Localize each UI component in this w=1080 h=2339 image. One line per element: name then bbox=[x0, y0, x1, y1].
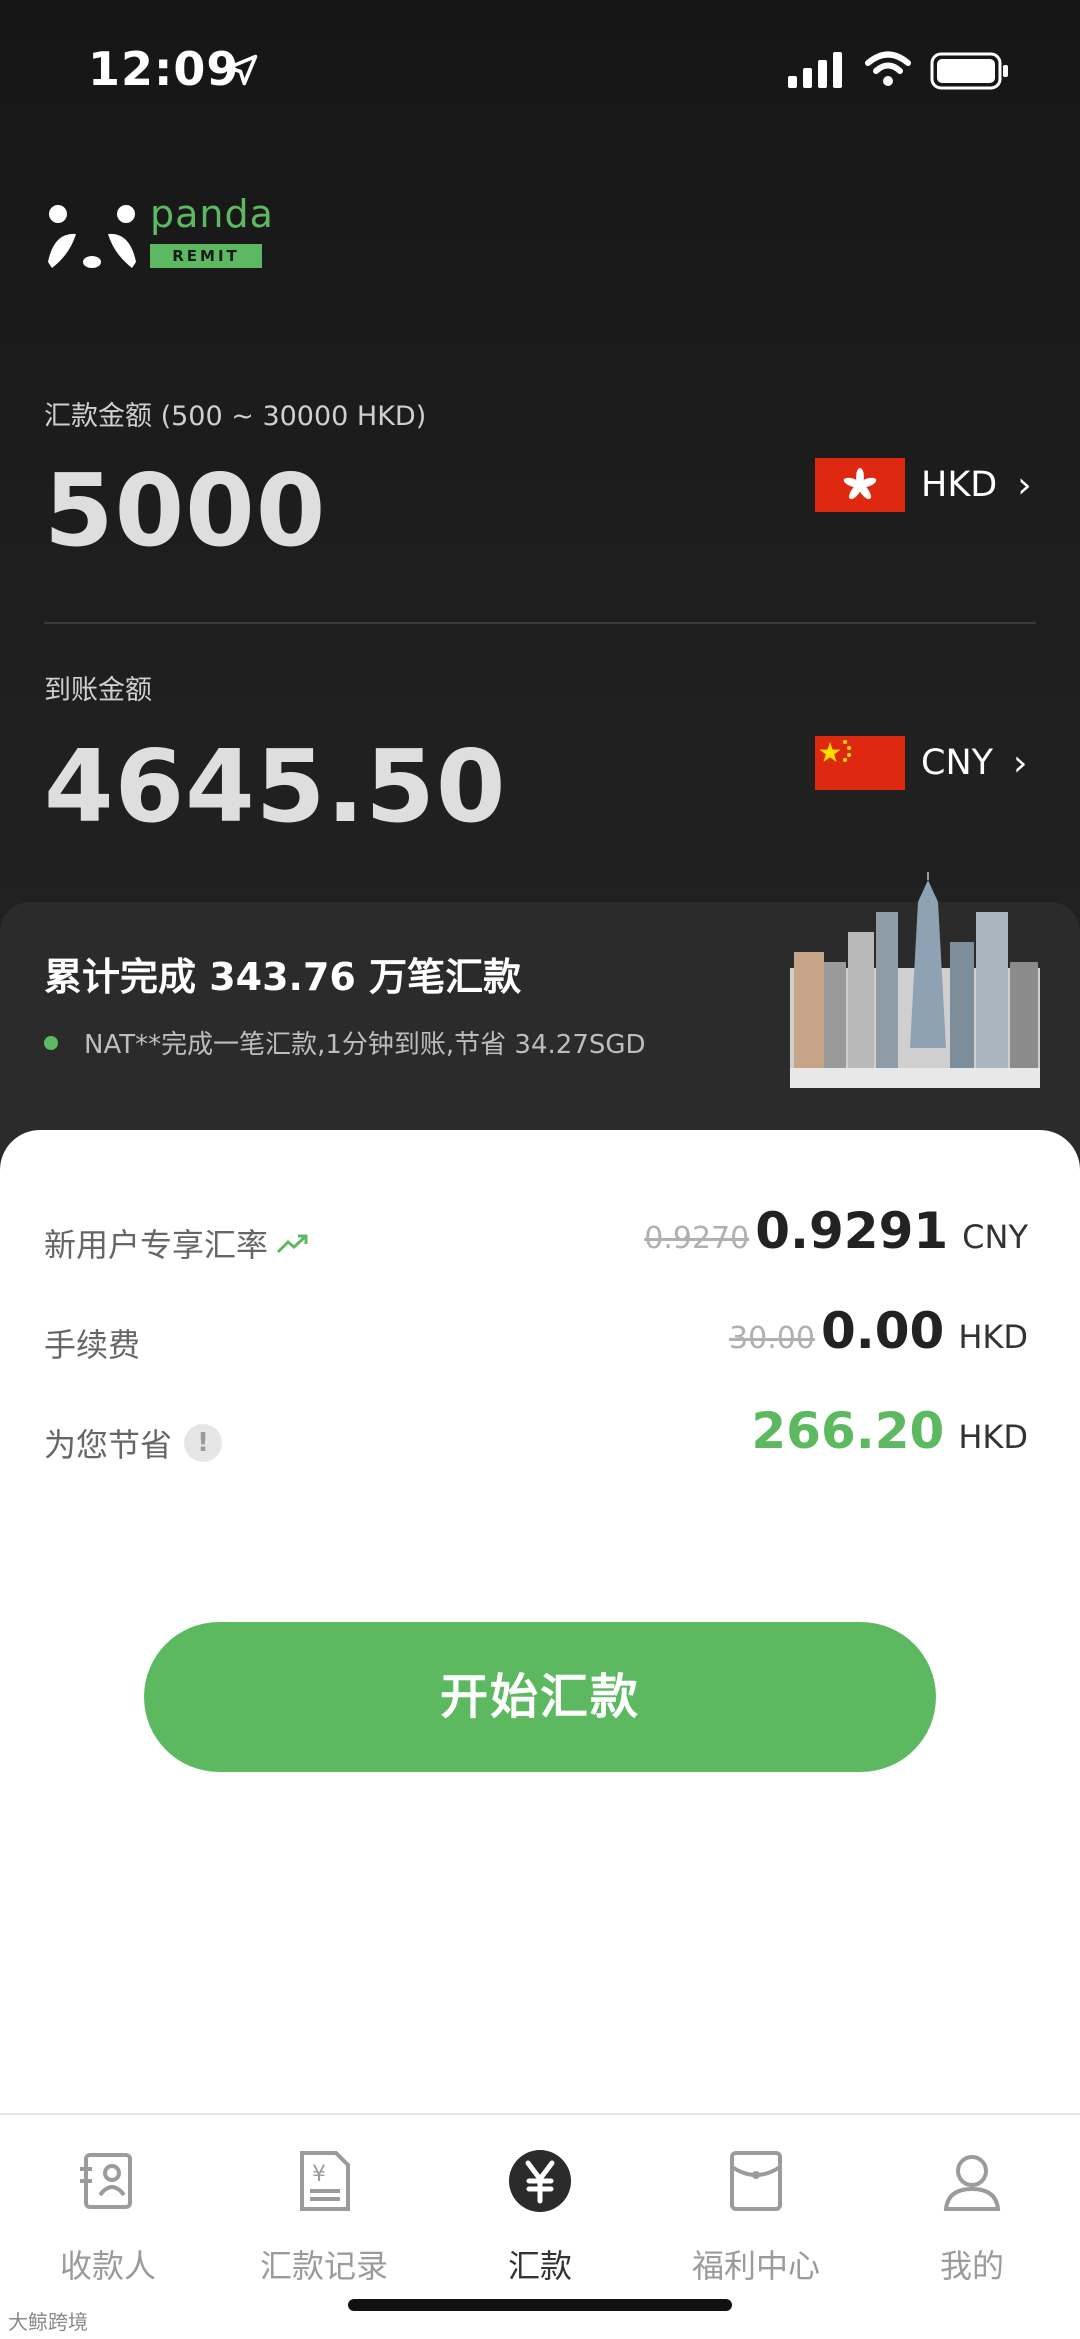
receive-amount-value: 4645.50 bbox=[44, 728, 507, 845]
tab-profile[interactable]: 我的 bbox=[864, 2149, 1080, 2287]
receive-currency-selector[interactable]: CNY › bbox=[815, 736, 1027, 790]
fee-unit: HKD bbox=[958, 1318, 1028, 1356]
rate-value: 0.9291 bbox=[755, 1202, 949, 1260]
trending-up-icon bbox=[276, 1234, 308, 1254]
fee-values: 30.00 0.00 HKD bbox=[729, 1302, 1028, 1360]
stats-ticker: NAT**完成一笔汇款,1分钟到账,节省 34.27SGD bbox=[44, 1024, 646, 1061]
savings-label-wrap: 为您节省 ! bbox=[44, 1420, 223, 1466]
brand-tag: REMIT bbox=[150, 244, 262, 268]
rate-label: 新用户专享汇率 bbox=[44, 1226, 269, 1264]
tab-history[interactable]: ¥ 汇款记录 bbox=[216, 2149, 432, 2287]
savings-label: 为您节省 bbox=[44, 1426, 173, 1464]
savings-unit: HKD bbox=[958, 1418, 1028, 1456]
receipt-icon: ¥ bbox=[300, 2151, 350, 2211]
savings-values: 266.20 HKD bbox=[751, 1402, 1028, 1460]
tab-recipients[interactable]: 收款人 bbox=[0, 2149, 216, 2287]
yen-icon bbox=[509, 2150, 571, 2212]
receive-amount-label: 到账金额 bbox=[44, 675, 152, 706]
battery-icon bbox=[930, 52, 1008, 90]
status-time: 12:09 bbox=[88, 42, 240, 96]
savings-row: 为您节省 ! 266.20 HKD bbox=[44, 1402, 1028, 1472]
send-amount-input[interactable]: 5000 bbox=[44, 452, 326, 569]
location-arrow-icon bbox=[226, 54, 258, 86]
fee-label: 手续费 bbox=[44, 1326, 141, 1364]
send-currency-code: HKD bbox=[921, 465, 998, 505]
chevron-right-icon: › bbox=[1017, 464, 1032, 506]
ticker-text: NAT**完成一笔汇款,1分钟到账,节省 34.27SGD bbox=[84, 1030, 646, 1060]
tab-recipients-label: 收款人 bbox=[59, 2247, 156, 2285]
fee-label-wrap: 手续费 bbox=[44, 1320, 140, 1366]
rate-values: 0.9270 0.9291 CNY bbox=[644, 1202, 1028, 1260]
tab-remit-label: 汇款 bbox=[507, 2247, 572, 2285]
rate-row: 新用户专享汇率 0.9270 0.9291 CNY bbox=[44, 1202, 1028, 1272]
tab-remit[interactable]: 汇款 bbox=[432, 2149, 648, 2287]
profile-icon bbox=[943, 2155, 1001, 2211]
cellular-signal-icon bbox=[788, 52, 842, 88]
china-flag-icon bbox=[815, 736, 905, 790]
fee-old: 30.00 bbox=[729, 1321, 815, 1356]
chevron-right-icon: › bbox=[1013, 742, 1028, 784]
svg-text:¥: ¥ bbox=[312, 2162, 326, 2187]
live-dot-icon bbox=[44, 1035, 58, 1050]
savings-value: 266.20 bbox=[751, 1402, 945, 1460]
rate-unit: CNY bbox=[962, 1218, 1028, 1256]
hong-kong-skyline-icon bbox=[790, 872, 1040, 1088]
fee-value: 0.00 bbox=[820, 1302, 945, 1360]
tab-rewards[interactable]: 福利中心 bbox=[648, 2149, 864, 2287]
hong-kong-flag-icon bbox=[815, 458, 905, 512]
stats-title: 累计完成 343.76 万笔汇款 bbox=[44, 955, 522, 999]
panda-remit-logo: panda REMIT bbox=[44, 192, 274, 280]
divider bbox=[44, 622, 1036, 624]
tab-rewards-label: 福利中心 bbox=[691, 2247, 820, 2285]
wifi-icon bbox=[865, 51, 911, 86]
panda-face-icon bbox=[48, 205, 136, 268]
status-bar: 12:09 bbox=[0, 0, 1080, 140]
send-amount-label: 汇款金额 (500 ~ 30000 HKD) bbox=[44, 401, 427, 432]
tab-history-label: 汇款记录 bbox=[259, 2247, 388, 2285]
send-currency-selector[interactable]: HKD › bbox=[815, 458, 1032, 512]
contact-card-icon bbox=[80, 2153, 132, 2209]
rate-old: 0.9270 bbox=[644, 1221, 750, 1256]
info-icon[interactable]: ! bbox=[184, 1424, 223, 1462]
rate-label-wrap: 新用户专享汇率 bbox=[44, 1220, 310, 1266]
receive-currency-code: CNY bbox=[921, 743, 993, 783]
tab-profile-label: 我的 bbox=[939, 2247, 1004, 2285]
start-remit-button[interactable]: 开始汇款 bbox=[144, 1622, 936, 1772]
watermark: 大鲸跨境 bbox=[8, 2310, 88, 2334]
fee-row: 手续费 30.00 0.00 HKD bbox=[44, 1302, 1028, 1372]
brand-name: panda bbox=[150, 192, 274, 236]
gift-envelope-icon bbox=[730, 2151, 782, 2211]
home-indicator bbox=[348, 2299, 732, 2311]
